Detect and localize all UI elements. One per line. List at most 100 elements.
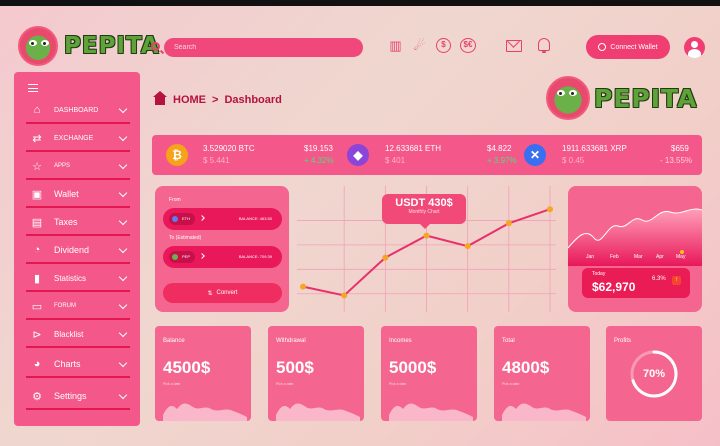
wallet-connect-icon	[598, 43, 607, 51]
sidebar-item-label: APPS	[54, 163, 71, 169]
currency-exchange-icon[interactable]: $€	[460, 38, 476, 53]
user-avatar[interactable]	[684, 37, 705, 58]
chevron-down-icon	[118, 358, 128, 367]
star-icon: ☆	[32, 160, 42, 173]
stat-sub: Pick a date	[502, 382, 520, 386]
chevron-down-icon	[118, 216, 128, 225]
today-box: Today $62,970 6.3% ↑	[582, 268, 690, 298]
from-label: From	[169, 197, 181, 203]
chart-point[interactable]	[547, 206, 553, 213]
xrp-price: $659	[671, 144, 689, 153]
stat-title: Withdrawal	[276, 338, 306, 344]
sidebar-item-dashboard[interactable]: ⌂ DASHBOARD	[26, 98, 130, 124]
hand-coin-icon[interactable]: ☄	[412, 38, 427, 53]
pepe-frog-icon	[18, 26, 58, 66]
home-icon[interactable]	[153, 90, 167, 105]
to-coin-select[interactable]: PEP	[169, 251, 195, 263]
sidebar-item-exchange[interactable]: ⇄ EXCHANGE	[26, 126, 130, 152]
eth-price: $4.822	[487, 144, 512, 153]
stat-value: 4800$	[502, 358, 550, 377]
breadcrumb: HOME > Dashboard	[153, 90, 282, 106]
stat-card-balance: Balance 4500$ Pick a date	[155, 326, 251, 421]
chevron-down-icon	[118, 272, 128, 281]
chevron-down-icon	[118, 390, 128, 399]
stats-icon[interactable]: ▥	[388, 38, 403, 53]
sidebar-item-apps[interactable]: ☆ APPS	[26, 154, 130, 180]
btc-sub: $ 5.441	[203, 156, 230, 165]
sidebar-item-label: FORUM	[54, 303, 76, 309]
trend-icon: ↑	[672, 276, 681, 285]
sidebar-item-statistics[interactable]: ▮ Statistics	[26, 266, 130, 292]
stat-card-withdrawal: Withdrawal 500$ Pick a date	[268, 326, 364, 421]
sidebar-item-label: Statistics	[54, 273, 87, 283]
chart-point[interactable]	[423, 232, 430, 239]
to-label: To (Estimated)	[169, 235, 202, 241]
btc-price: $19.153	[304, 144, 333, 153]
brand-name: PEPITA	[64, 33, 160, 59]
sidebar-item-settings[interactable]: ⚙ Settings	[26, 384, 130, 410]
sidebar-item-dividend[interactable]: ◔ Dividend	[26, 238, 130, 264]
chart-point[interactable]	[505, 220, 512, 227]
crypto-ticker: ₿ 3.529020 BTC $ 5.441 $19.153 + 4.32% ◆…	[152, 135, 702, 175]
breadcrumb-home[interactable]: HOME	[173, 94, 206, 106]
sidebar-item-label: DASHBOARD	[54, 106, 99, 114]
chart-point[interactable]	[341, 292, 348, 299]
from-balance: BALANCE: 463.50	[238, 216, 272, 221]
chart-point[interactable]	[382, 254, 389, 261]
swap-icon: ⇅	[207, 290, 213, 297]
converter-card: From ETH BALANCE: 463.50 To (Estimated) …	[155, 186, 289, 312]
from-row[interactable]: ETH BALANCE: 463.50	[163, 208, 282, 230]
stat-value: 4500$	[163, 358, 211, 377]
sidebar-item-wallet[interactable]: ▣ Wallet	[26, 182, 130, 208]
sidebar-item-label: Dividend	[54, 245, 90, 255]
sidebar-item-label: Blacklist	[54, 329, 84, 339]
sidebar-item-label: EXCHANGE	[54, 134, 94, 142]
connect-wallet-label: Connect Wallet	[610, 43, 658, 51]
brand-logo-large: PEPITA	[546, 76, 698, 120]
convert-button[interactable]: ⇅ Convert	[163, 283, 282, 303]
brand-logo[interactable]: PEPITA	[18, 26, 160, 66]
sidebar-item-taxes[interactable]: ▤ Taxes	[26, 210, 130, 236]
mail-icon[interactable]	[506, 40, 522, 52]
chart-badge-sub: Monthly Chart	[408, 209, 440, 215]
stat-card-incomes: Incomes 5000$ Pick a date	[381, 326, 477, 421]
eth-change: + 3.97%	[487, 156, 517, 165]
to-row[interactable]: PEP BALANCE: 709.39	[163, 246, 282, 268]
home-icon: ⌂	[33, 104, 41, 116]
hamburger-menu-icon[interactable]	[28, 84, 38, 92]
brand-name-large: PEPITA	[594, 83, 698, 113]
sidebar-item-blacklist[interactable]: ⊳ Blacklist	[26, 322, 130, 348]
bell-icon[interactable]	[538, 38, 550, 53]
area-chart-card: Jan Feb Mar Apr May Today $62,970 6.3% ↑	[568, 186, 702, 312]
chevron-down-icon	[118, 188, 128, 197]
search-icon[interactable]	[151, 42, 160, 51]
gear-icon: ⚙	[32, 390, 42, 403]
stat-sparkline	[276, 403, 360, 421]
chevron-down-icon	[118, 300, 128, 309]
chart-icon: ◕	[33, 358, 41, 370]
stat-value: 500$	[276, 358, 314, 377]
btc-change: + 4.32%	[304, 156, 334, 165]
chart-point[interactable]	[300, 283, 306, 290]
search-input[interactable]	[164, 38, 363, 57]
chevron-down-icon	[118, 244, 128, 253]
chart-badge-value: USDT 430$	[395, 197, 453, 209]
eth-sub: $ 401	[385, 156, 406, 165]
chart-point[interactable]	[464, 243, 471, 250]
top-edge	[0, 0, 720, 6]
breadcrumb-current: Dashboard	[224, 94, 282, 106]
today-percent: 6.3%	[652, 276, 666, 282]
month-label: May	[676, 254, 686, 260]
chevron-right-icon	[199, 253, 205, 259]
dollar-icon[interactable]: $	[436, 38, 451, 53]
from-coin-select[interactable]: ETH	[169, 213, 195, 225]
connect-wallet-button[interactable]: Connect Wallet	[586, 35, 670, 59]
exchange-icon: ⇄	[32, 132, 42, 145]
stat-sparkline	[163, 403, 247, 421]
wallet-icon: ▣	[31, 188, 43, 201]
month-label: Mar	[634, 254, 643, 260]
btc-amount: 3.529020 BTC	[203, 144, 255, 153]
sidebar-item-forum[interactable]: ▭ FORUM	[26, 294, 130, 320]
stat-sub: Pick a date	[389, 382, 407, 386]
sidebar-item-charts[interactable]: ◕ Charts	[26, 352, 130, 378]
